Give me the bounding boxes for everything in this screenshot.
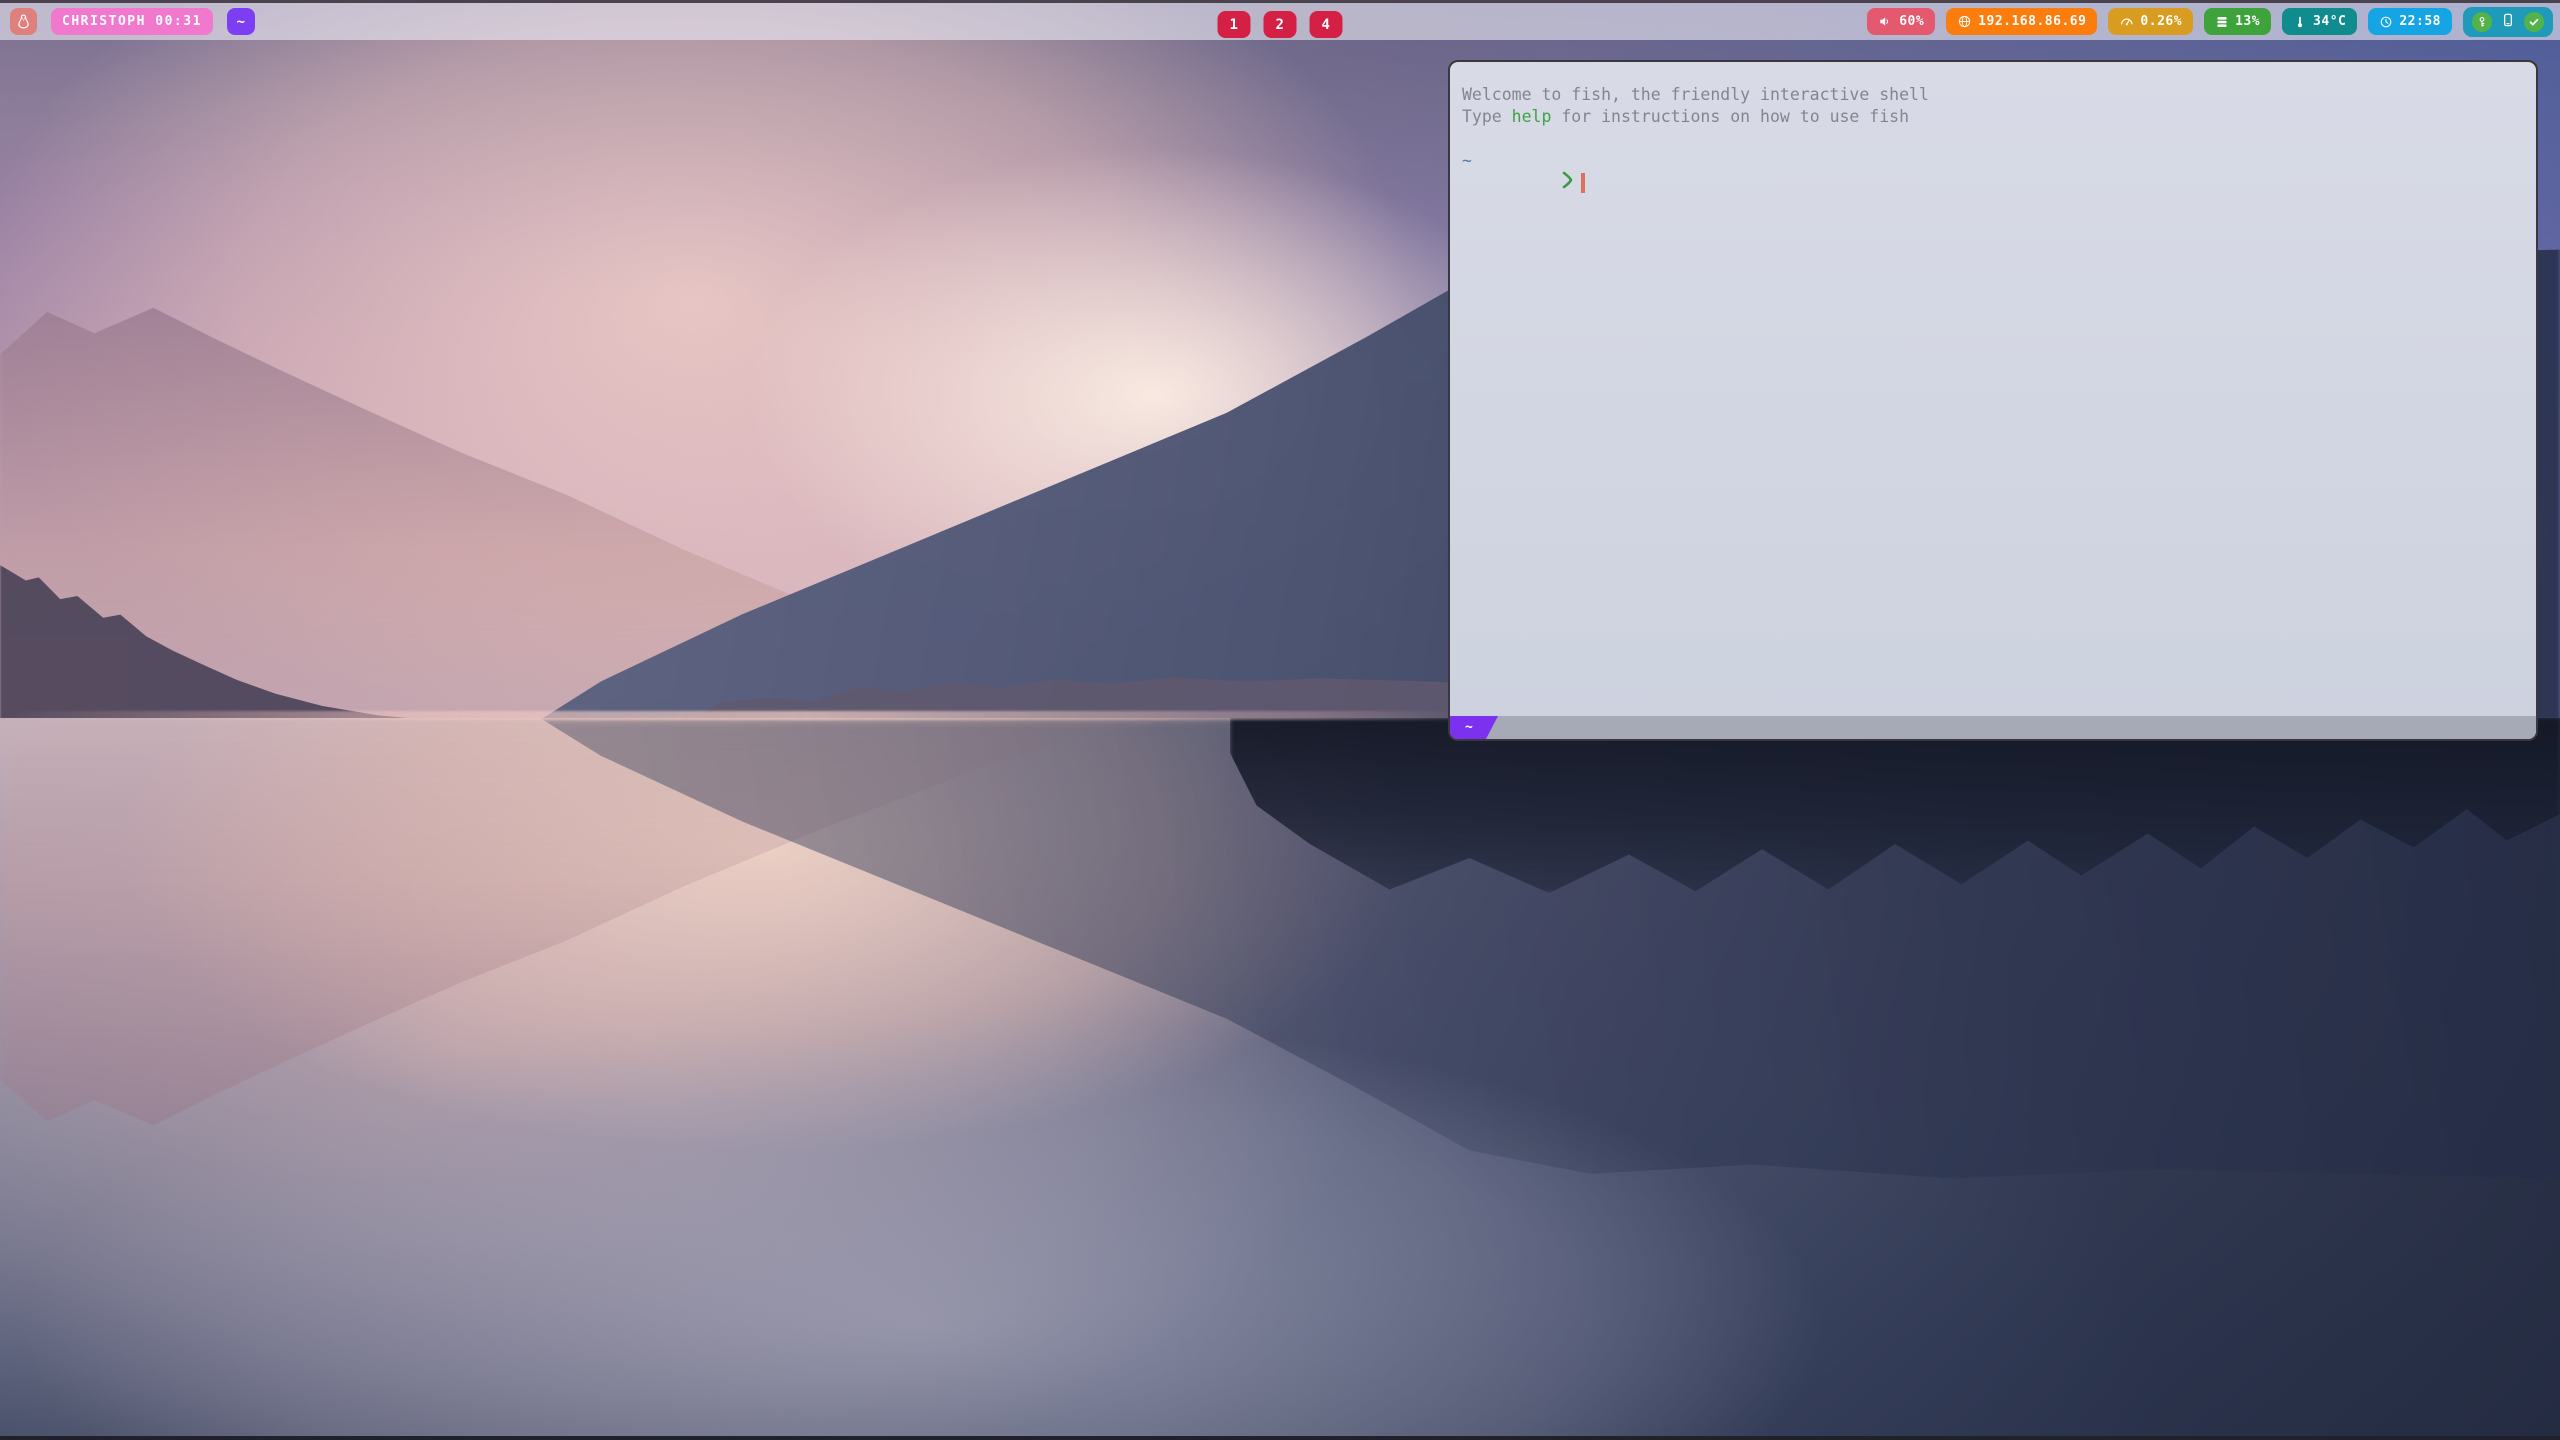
help-keyword: help (1512, 107, 1552, 126)
clock-value: 22:58 (2399, 14, 2441, 29)
workspace-switcher: 1 2 4 (1218, 6, 1343, 43)
phone-icon[interactable] (2500, 12, 2516, 32)
prompt-line[interactable] (1462, 172, 2524, 194)
temperature-widget[interactable]: 34°C (2282, 8, 2357, 35)
volume-value: 60% (1899, 14, 1924, 29)
workspace-label: 1 (1230, 17, 1239, 33)
terminal-help-line: Type help for instructions on how to use… (1462, 106, 2524, 128)
volume-widget[interactable]: 60% (1867, 8, 1935, 35)
help-line-prefix: Type (1462, 107, 1512, 126)
temperature-value: 34°C (2313, 14, 2346, 29)
check-icon[interactable] (2524, 12, 2544, 32)
speaker-icon (1878, 14, 1893, 29)
terminal-tab-label: ~ (1465, 720, 1473, 735)
session-label-text: CHRISTOPH 00:31 (62, 14, 202, 29)
wallpaper-lake (0, 718, 2560, 1440)
gauge-icon (2119, 14, 2134, 29)
session-label: CHRISTOPH 00:31 (51, 8, 213, 35)
terminal-cursor (1581, 173, 1585, 193)
terminal-tab-bar: ~ (1450, 716, 2536, 739)
terminal-output[interactable]: Welcome to fish, the friendly interactiv… (1450, 62, 2536, 716)
workspace-button-1[interactable]: 1 (1218, 11, 1251, 38)
shell-tag-text: ~ (236, 14, 245, 30)
wallpaper-mist (0, 920, 2200, 1440)
screen-top-edge (0, 0, 2560, 3)
terminal-blank-line (1462, 128, 2524, 150)
memory-value: 13% (2235, 14, 2260, 29)
clock-widget[interactable]: 22:58 (2368, 8, 2452, 35)
status-bar-left: CHRISTOPH 00:31 ~ (10, 8, 255, 35)
system-tray (2463, 7, 2553, 37)
terminal-window[interactable]: Welcome to fish, the friendly interactiv… (1448, 60, 2538, 741)
memory-widget[interactable]: 13% (2204, 8, 2271, 35)
workspace-button-4[interactable]: 4 (1310, 11, 1343, 38)
cpu-value: 0.26% (2140, 14, 2182, 29)
terminal-tab-home[interactable]: ~ (1450, 716, 1498, 739)
thermometer-icon (2293, 15, 2307, 29)
workspace-label: 4 (1322, 17, 1331, 33)
launcher-button[interactable] (10, 8, 37, 35)
globe-icon (1957, 14, 1972, 29)
wallpaper-waterline-glow (0, 711, 1460, 720)
status-bar: CHRISTOPH 00:31 ~ 1 2 4 60% (0, 0, 2560, 40)
status-bar-right: 60% 192.168.86.69 0.26% 13% (1867, 7, 2553, 37)
workspace-button-2[interactable]: 2 (1264, 11, 1297, 38)
terminal-welcome-line: Welcome to fish, the friendly interactiv… (1462, 84, 2524, 106)
database-icon (2215, 15, 2229, 29)
workspace-label: 2 (1276, 17, 1285, 33)
prompt-chevron-icon (1462, 148, 1573, 218)
key-icon[interactable] (2472, 12, 2492, 32)
shell-tag-button[interactable]: ~ (227, 8, 255, 35)
screen-bottom-edge (0, 1436, 2560, 1440)
tux-penguin-icon (15, 13, 32, 30)
clock-icon (2379, 15, 2393, 29)
cpu-widget[interactable]: 0.26% (2108, 8, 2193, 35)
network-widget[interactable]: 192.168.86.69 (1946, 8, 2097, 35)
help-line-suffix: for instructions on how to use fish (1551, 107, 1909, 126)
network-value: 192.168.86.69 (1978, 14, 2086, 29)
desktop: CHRISTOPH 00:31 ~ 1 2 4 60% (0, 0, 2560, 1440)
prompt-path: ~ (1462, 150, 2524, 172)
